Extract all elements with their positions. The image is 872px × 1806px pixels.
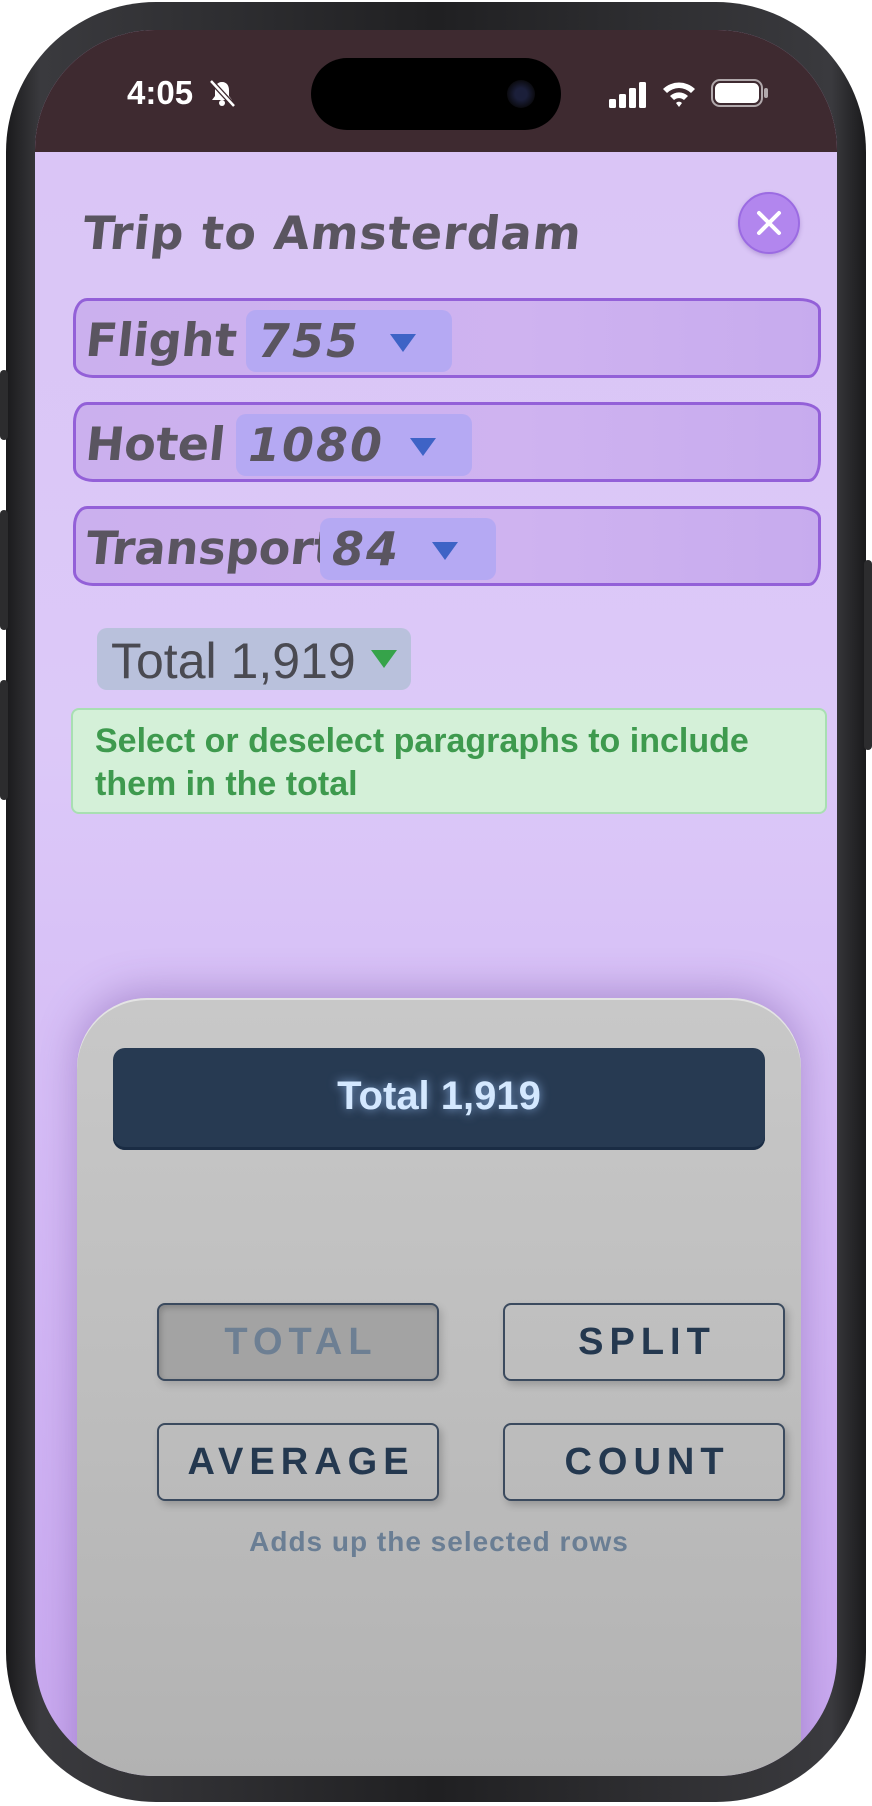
total-value: Total 1,919 xyxy=(111,633,356,689)
wifi-icon xyxy=(663,82,695,107)
chevron-down-icon xyxy=(371,650,397,668)
close-button[interactable] xyxy=(738,192,800,254)
action-button xyxy=(0,370,8,440)
total-button[interactable]: TOTAL xyxy=(157,1303,439,1381)
display-text: Total 1,919 xyxy=(337,1074,541,1118)
row-label: Hotel xyxy=(83,417,228,471)
row-label: Flight xyxy=(83,313,240,367)
row-transport[interactable]: Transport 84 xyxy=(73,506,821,586)
value-dropdown[interactable]: 1080 xyxy=(236,414,472,476)
row-flight[interactable]: Flight 755 xyxy=(73,298,821,378)
split-button[interactable]: SPLIT xyxy=(503,1303,785,1381)
row-value: 1080 xyxy=(248,418,385,472)
power-button xyxy=(864,560,872,750)
battery-icon xyxy=(711,79,768,107)
status-time: 4:05 xyxy=(127,74,194,111)
volume-down-button xyxy=(0,680,8,800)
row-value: 755 xyxy=(258,314,361,368)
app-screen: 4:05 Trip to Amsterdam Flight 755 Hotel … xyxy=(35,30,837,1776)
total-dropdown[interactable]: Total 1,919 xyxy=(97,628,411,690)
status-bar: 4:05 xyxy=(35,30,837,152)
mode-description: Adds up the selected rows xyxy=(249,1526,629,1557)
row-hotel[interactable]: Hotel 1080 xyxy=(73,402,821,482)
calculator-panel: Total 1,919 TOTAL SPLIT AVERAGE COUNT Ad… xyxy=(77,998,801,1776)
hint-text: Select or deselect paragraphs to include… xyxy=(95,722,749,803)
bell-slash-icon xyxy=(209,79,236,108)
cellular-signal-icon xyxy=(609,82,646,108)
document-title: Trip to Amsterdam xyxy=(80,206,585,260)
volume-up-button xyxy=(0,510,8,630)
front-camera xyxy=(507,80,535,108)
calculator-display: Total 1,919 xyxy=(113,1048,765,1150)
count-button[interactable]: COUNT xyxy=(503,1423,785,1501)
row-value: 84 xyxy=(332,522,401,576)
chevron-down-icon xyxy=(390,334,416,352)
chevron-down-icon xyxy=(410,438,436,456)
hint-banner: Select or deselect paragraphs to include… xyxy=(71,708,827,814)
value-dropdown[interactable]: 755 xyxy=(246,310,452,372)
row-label: Transport xyxy=(83,521,339,575)
average-button[interactable]: AVERAGE xyxy=(157,1423,439,1501)
dynamic-island xyxy=(311,58,561,130)
value-dropdown[interactable]: 84 xyxy=(320,518,496,580)
chevron-down-icon xyxy=(432,542,458,560)
close-icon xyxy=(757,211,781,235)
